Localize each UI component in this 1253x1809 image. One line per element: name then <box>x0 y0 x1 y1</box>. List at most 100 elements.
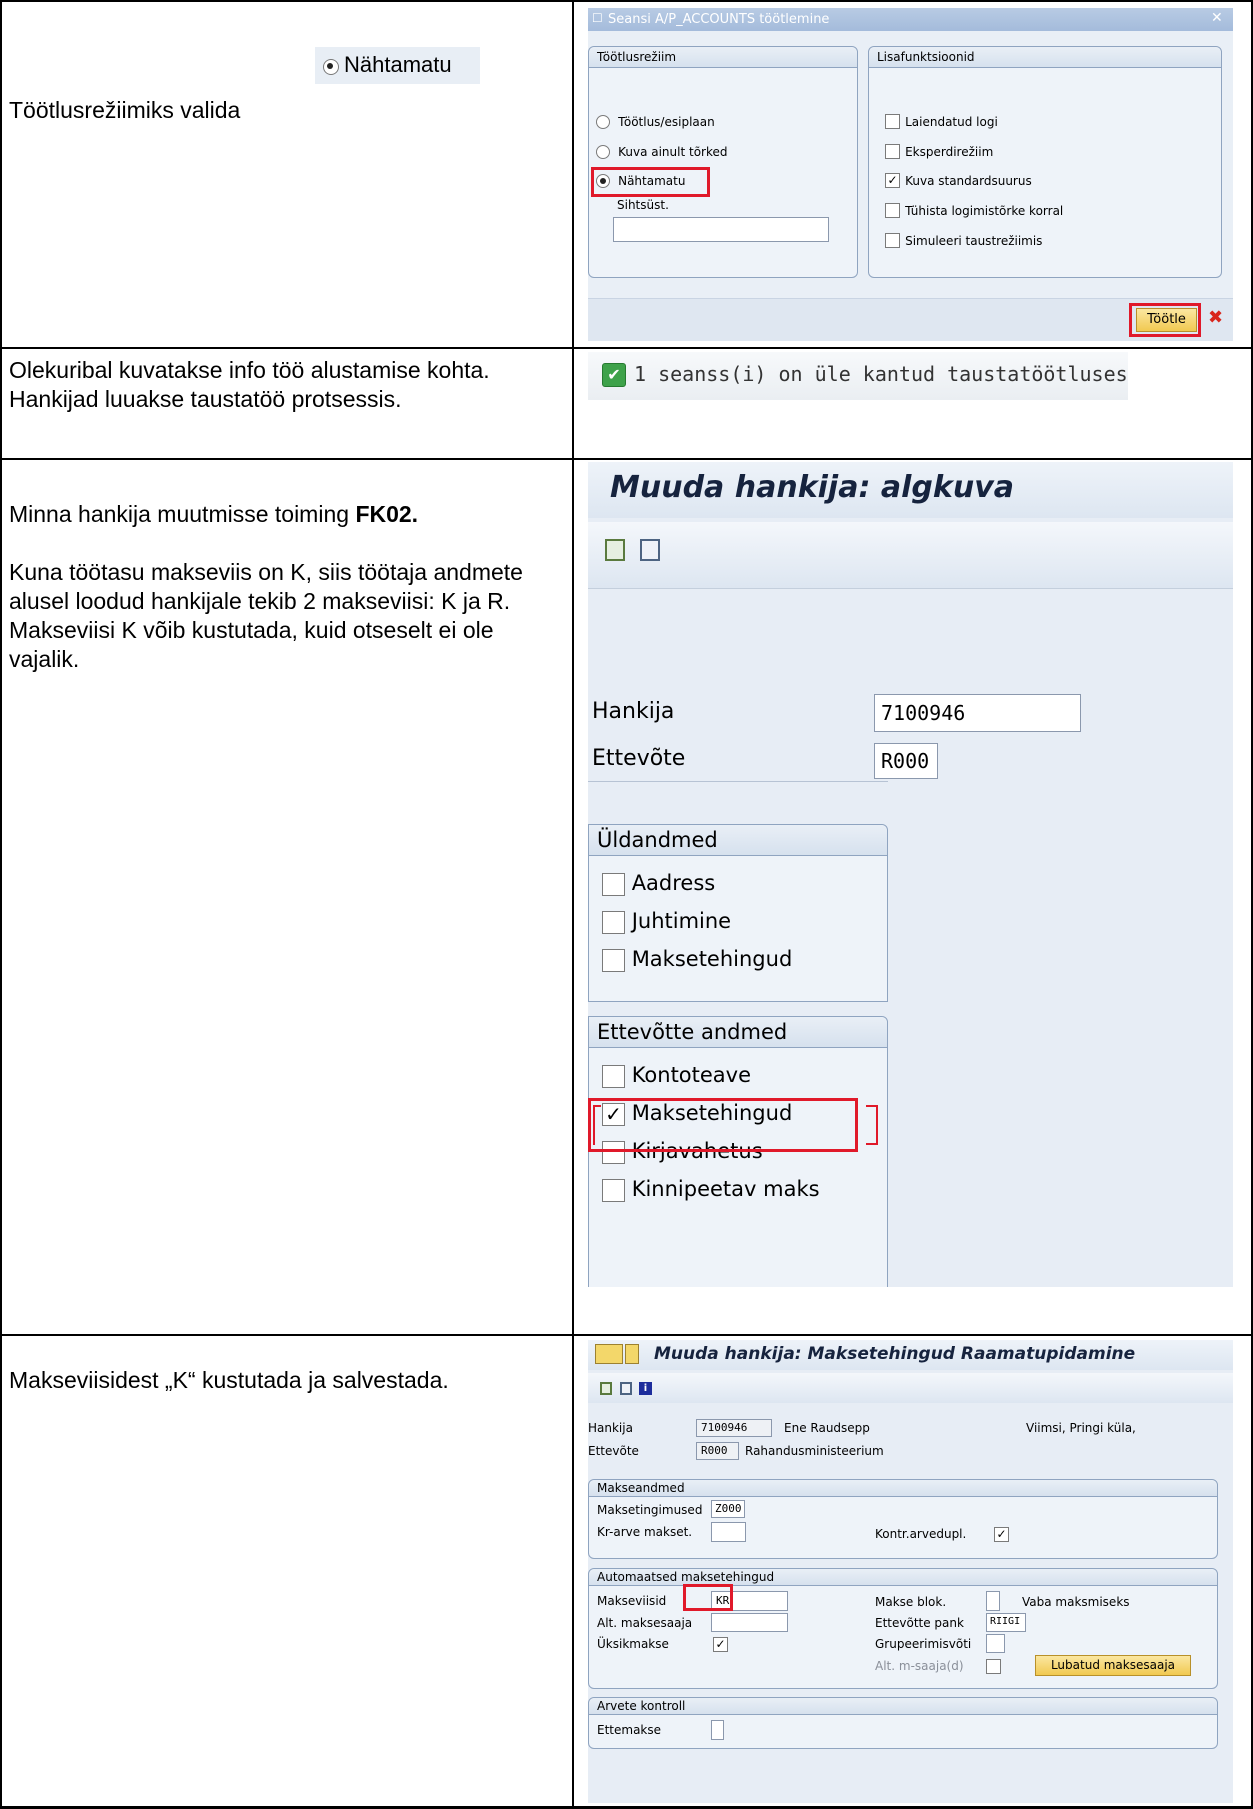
check-simulate-background-box[interactable] <box>885 233 900 248</box>
row-divider-3 <box>0 1334 1253 1336</box>
radio-foreground[interactable]: Töötlus/esiplaan <box>596 111 715 130</box>
company-input[interactable]: R000 <box>874 743 938 779</box>
payment-info-icon[interactable]: i <box>639 1382 652 1395</box>
group-processing-mode: Töötlusrežiim Töötlus/esiplaan Kuva ainu… <box>588 46 858 278</box>
general-item-control-box[interactable] <box>602 910 625 934</box>
grouping-key-label: Grupeerimisvõti <box>875 1637 972 1651</box>
radio-foreground-button[interactable] <box>596 114 610 129</box>
radio-foreground-label: Töötlus/esiplaan <box>618 115 715 129</box>
payment-data-group: Makseandmed Maksetingimused Z000 Kr-arve… <box>588 1479 1218 1559</box>
row2-instruction: Olekuribal kuvatakse info töö alustamise… <box>9 356 549 414</box>
permitted-payees-button[interactable]: Lubatud maksesaaja <box>1035 1655 1191 1676</box>
payment-toolbar-icon-1[interactable] <box>600 1382 612 1395</box>
payment-menu-dropdown-icon[interactable] <box>625 1344 639 1364</box>
general-item-address-box[interactable] <box>602 872 625 896</box>
radio-errors-only[interactable]: Kuva ainult tõrked <box>596 141 728 160</box>
check-simulate-background[interactable]: Simuleeri taustrežiimis <box>885 230 1042 249</box>
credit-memo-input[interactable] <box>711 1522 746 1542</box>
general-data-group: Üldandmed Aadress Juhtimine Maksetehingu… <box>588 824 888 1002</box>
initial-toolbar-icon-1[interactable] <box>605 539 625 561</box>
payment-toolbar: i <box>588 1373 1233 1403</box>
grouping-key-input[interactable] <box>986 1634 1005 1653</box>
alt-payee-input[interactable] <box>711 1613 788 1632</box>
permitted-payees-label: Lubatud maksesaaja <box>1050 1658 1176 1672</box>
p-company-label: Ettevõte <box>588 1444 639 1458</box>
alt-docs-box[interactable] <box>986 1659 1001 1674</box>
snippet-radio[interactable] <box>323 59 339 75</box>
focus-bracket <box>866 1105 878 1145</box>
house-bank-input[interactable]: RIIGI <box>986 1613 1026 1632</box>
highlight-payment-methods <box>683 1584 733 1611</box>
company-item-account-label: Kontoteave <box>631 1063 752 1087</box>
initial-toolbar-icon-2[interactable] <box>640 539 660 561</box>
company-item-account-box[interactable] <box>602 1064 625 1088</box>
check-expert-mode[interactable]: Eksperdirežiim <box>885 141 993 160</box>
prepayment-label: Ettemakse <box>597 1723 662 1737</box>
payment-menu-icon[interactable] <box>595 1344 623 1364</box>
row1-text: Töötlusrežiimiks valida <box>9 97 241 123</box>
check-cancel-on-log-error-label: Tühista logimistõrke korral <box>905 204 1064 218</box>
alt-docs-label: Alt. m-saaja(d) <box>875 1659 964 1673</box>
general-item-address[interactable]: Aadress <box>602 871 715 896</box>
general-item-payments-box[interactable] <box>602 948 625 972</box>
p-vendor-label: Hankija <box>588 1421 633 1435</box>
cancel-icon[interactable]: ✖ <box>1208 307 1223 328</box>
duplicate-check-box[interactable]: ✓ <box>994 1527 1009 1542</box>
single-payment-label: Üksikmakse <box>597 1637 669 1651</box>
general-item-payments-label: Maksetehingud <box>631 947 793 971</box>
row4-instruction: Makseviisidest „K“ kustutada ja salvesta… <box>9 1366 559 1395</box>
terms-value: Z000 <box>715 1502 742 1515</box>
company-label: Ettevõte <box>592 746 686 771</box>
p-vendor-city: Viimsi, Pringi küla, <box>1026 1421 1136 1435</box>
vendor-label: Hankija <box>592 699 675 724</box>
target-system-input[interactable] <box>613 217 829 242</box>
dialog-titlebar: ☐ Seansi A/P_ACCOUNTS töötlemine ✕ <box>588 8 1233 31</box>
company-item-withholding-box[interactable] <box>602 1178 625 1202</box>
company-item-withholding[interactable]: Kinnipeetav maks <box>602 1177 820 1202</box>
vendor-input[interactable]: 7100946 <box>874 694 1081 732</box>
highlight-invisible <box>591 167 710 197</box>
prepayment-input[interactable] <box>711 1720 724 1740</box>
target-system-label: Sihtsüst. <box>617 198 669 212</box>
p-vendor-name: Ene Raudsepp <box>784 1421 870 1435</box>
general-item-control[interactable]: Juhtimine <box>602 909 731 934</box>
check-standard-size-box[interactable]: ✓ <box>885 173 900 188</box>
snippet-radio-label: Nähtamatu <box>344 52 452 77</box>
initial-toolbar <box>588 522 1233 589</box>
radio-errors-only-label: Kuva ainult tõrked <box>618 145 728 159</box>
payment-toolbar-icon-2[interactable] <box>620 1382 632 1395</box>
p-company-input: R000 <box>696 1442 739 1460</box>
check-cancel-on-log-error[interactable]: Tühista logimistõrke korral <box>885 200 1063 219</box>
row3-prefix: Minna hankija muutmisse toiming <box>9 501 356 527</box>
initial-title-bar: Muuda hankija: algkuva <box>588 462 1233 518</box>
group-extra-functions: Lisafunktsioonid Laiendatud logi Eksperd… <box>868 46 1222 278</box>
general-item-payments[interactable]: Maksetehingud <box>602 947 792 972</box>
check-extended-log-label: Laiendatud logi <box>905 115 998 129</box>
terms-label: Maksetingimused <box>597 1503 703 1517</box>
row1-instruction: Töötlusrežiimiks valida <box>9 96 549 125</box>
check-standard-size[interactable]: ✓ Kuva standardsuurus <box>885 170 1032 189</box>
single-payment-box[interactable]: ✓ <box>713 1637 728 1652</box>
general-item-control-label: Juhtimine <box>631 909 732 933</box>
check-cancel-on-log-error-box[interactable] <box>885 203 900 218</box>
payment-block-input[interactable] <box>986 1591 1000 1611</box>
company-item-account[interactable]: Kontoteave <box>602 1063 751 1088</box>
check-extended-log-box[interactable] <box>885 114 900 129</box>
table-column-divider <box>572 0 574 1809</box>
check-expert-mode-box[interactable] <box>885 144 900 159</box>
processing-dialog: ☐ Seansi A/P_ACCOUNTS töötlemine ✕ Töötl… <box>588 8 1233 341</box>
payment-block-label: Makse blok. <box>875 1595 947 1609</box>
company-item-withholding-label: Kinnipeetav maks <box>631 1177 820 1201</box>
focus-bracket-left <box>593 1105 601 1145</box>
check-extended-log[interactable]: Laiendatud logi <box>885 111 998 130</box>
p-company-value: R000 <box>701 1444 728 1457</box>
row3-instruction: Minna hankija muutmisse toiming FK02. Ku… <box>9 500 549 674</box>
initial-screen: Muuda hankija: algkuva Hankija 7100946 E… <box>588 462 1233 1287</box>
check-simulate-background-label: Simuleeri taustrežiimis <box>905 234 1043 248</box>
payment-title-bar: Muuda hankija: Maksetehingud Raamatupida… <box>588 1340 1233 1370</box>
methods-label: Makseviisid <box>597 1594 667 1608</box>
general-data-title: Üldandmed <box>589 825 887 856</box>
close-icon[interactable]: ✕ <box>1211 10 1223 26</box>
terms-input[interactable]: Z000 <box>711 1500 745 1518</box>
radio-errors-only-button[interactable] <box>596 144 610 159</box>
